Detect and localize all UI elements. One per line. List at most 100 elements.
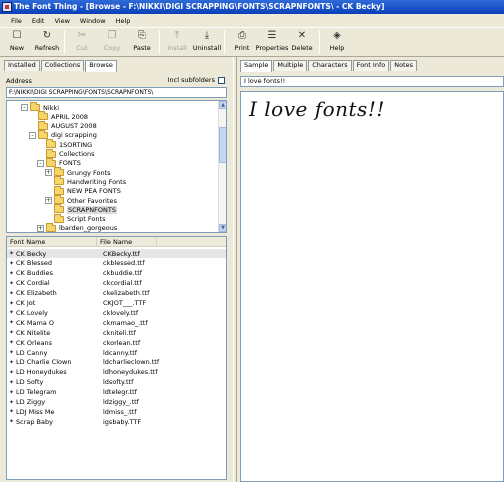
font-row[interactable]: ✦ CK Mama O ckmamao_.ttf <box>7 318 226 327</box>
properties-button[interactable]: ☰ Properties <box>255 28 289 56</box>
font-row[interactable]: ✦ CK Orleans ckorlean.ttf <box>7 338 226 347</box>
menu-window[interactable]: Window <box>75 17 111 25</box>
include-subfolders-checkbox[interactable] <box>218 76 225 84</box>
tree-folder-label: FONTS <box>59 159 81 168</box>
right-tab-font-info[interactable]: Font Info <box>352 60 390 71</box>
font-name: CK Elizabeth <box>16 289 57 298</box>
window-title: The Font Thing - [Browse - F:\NIKKI\DIGI… <box>14 2 385 11</box>
menu-edit[interactable]: Edit <box>27 17 50 25</box>
right-tab-characters[interactable]: Characters <box>308 60 352 71</box>
font-row[interactable]: ✦ CK Nitelite ckniteli.ttf <box>7 328 226 337</box>
new-button[interactable]: ☐ New <box>2 28 32 56</box>
scroll-down-arrow-icon[interactable]: ▼ <box>219 224 226 232</box>
menu-view[interactable]: View <box>49 17 74 25</box>
tree-folder-label: Script Fonts <box>67 215 106 224</box>
font-file-name: ckmamao_.ttf <box>103 318 148 327</box>
new-window-icon: ☐ <box>12 30 22 41</box>
include-subfolders-label: Incl subfolders <box>167 76 215 84</box>
right-pane: Sample Multiple Characters Font Info Notes I… <box>240 60 504 482</box>
font-file-name: ckelizabeth.ttf <box>103 289 150 298</box>
expand-icon[interactable]: + <box>45 197 52 204</box>
scroll-up-arrow-icon[interactable]: ▲ <box>219 101 226 109</box>
paste-button[interactable]: ⎘ Paste <box>127 28 157 56</box>
sample-text-input[interactable]: I love fonts!! <box>240 76 504 87</box>
font-file-name: ldmiss_.ttf <box>103 407 137 416</box>
font-file-icon: ✦ <box>9 388 15 396</box>
font-row[interactable]: ✦ LD Honeydukes ldhoneydukes.ttf <box>7 368 226 377</box>
font-row[interactable]: ✦ LD Softy ldsofty.ttf <box>7 378 226 387</box>
font-row[interactable]: ✦ Scrap Baby igsbaby.TTF <box>7 417 226 426</box>
right-tab-notes[interactable]: Notes <box>390 60 417 71</box>
menu-file[interactable]: File <box>2 17 27 25</box>
refresh-button[interactable]: ↻ Refresh <box>32 28 62 56</box>
install-button[interactable]: ⤒ Install <box>162 28 192 56</box>
tree-folder-digi-scrapping[interactable]: - digi scrapping <box>29 129 97 140</box>
right-tab-multiple[interactable]: Multiple <box>273 60 308 71</box>
left-tab-browse[interactable]: Browse <box>85 60 117 72</box>
scroll-thumb[interactable] <box>219 127 226 163</box>
toolbar-separator <box>224 30 225 54</box>
font-row[interactable]: ✦ CK Buddies ckbuddie.ttf <box>7 269 226 278</box>
install-button-label: Install <box>167 44 187 52</box>
pane-splitter[interactable] <box>233 57 237 482</box>
cut-icon: ✂ <box>77 30 87 41</box>
font-name: LD Charlie Clown <box>16 358 72 367</box>
print-button[interactable]: ⎙ Print <box>227 28 257 56</box>
delete-button[interactable]: ✕ Delete <box>287 28 317 56</box>
tree-folder-lbarden-gorgeous[interactable]: + lbarden_gorgeous <box>37 222 117 232</box>
collapse-icon[interactable]: - <box>29 131 36 139</box>
right-tab-sample[interactable]: Sample <box>240 60 273 72</box>
expand-icon[interactable]: + <box>37 224 44 232</box>
font-row[interactable]: ✦ LD Canny ldcanny.ttf <box>7 348 226 357</box>
expand-icon[interactable]: + <box>45 169 52 177</box>
title-bar[interactable]: The Font Thing - [Browse - F:\NIKKI\DIGI… <box>0 0 504 14</box>
font-row[interactable]: ✦ LD Ziggy ldziggy_.ttf <box>7 398 226 407</box>
folder-icon <box>38 120 48 130</box>
font-name: LD Canny <box>16 348 48 357</box>
left-tab-installed[interactable]: Installed <box>4 60 40 71</box>
font-row[interactable]: ✦ LD Telegram ldtelegr.ttf <box>7 388 226 397</box>
font-row[interactable]: ✦ CK Cordial ckcordial.ttf <box>7 279 226 288</box>
font-file-name: CKBecky.ttf <box>103 249 140 258</box>
folder-icon <box>54 185 64 195</box>
copy-button[interactable]: ❐ Copy <box>97 28 127 56</box>
font-file-name: ldcanny.ttf <box>103 348 138 357</box>
font-list[interactable]: Font Name File Name ✦ CK Becky CKBecky.ttf… <box>6 236 227 480</box>
help-button[interactable]: ◈ Help <box>322 28 352 56</box>
collapse-icon[interactable]: - <box>37 159 44 167</box>
font-row[interactable]: ✦ LDJ Miss Me ldmiss_.ttf <box>7 407 226 416</box>
collapse-icon[interactable]: - <box>21 104 28 111</box>
font-row[interactable]: ✦ CK Blessed ckblessed.ttf <box>7 259 226 268</box>
help-button-label: Help <box>329 44 345 52</box>
font-row[interactable]: ✦ CK Jot CKJOT___.TTF <box>7 299 226 308</box>
menu-help[interactable]: Help <box>111 17 136 25</box>
tree-scrollbar[interactable]: ▲ ▼ <box>218 101 226 232</box>
left-tab-collections[interactable]: Collections <box>40 60 85 71</box>
font-row[interactable]: ✦ CK Elizabeth ckelizabeth.ttf <box>7 289 226 298</box>
tree-folder-script-fonts[interactable]: Script Fonts <box>45 213 106 224</box>
font-row[interactable]: ✦ CK Lovely cklovely.ttf <box>7 308 226 317</box>
font-file-icon: ✦ <box>9 368 15 376</box>
folder-icon <box>46 222 56 232</box>
folder-icon <box>46 157 56 167</box>
font-file-name: ckbuddie.ttf <box>103 269 143 278</box>
font-file-name: ckcordial.ttf <box>103 279 142 288</box>
font-file-icon: ✦ <box>9 309 15 317</box>
cut-button[interactable]: ✂ Cut <box>67 28 97 56</box>
font-name: LD Telegram <box>16 388 57 397</box>
include-subfolders[interactable]: Incl subfolders <box>168 76 225 84</box>
font-name: CK Cordial <box>16 279 50 288</box>
properties-button-label: Properties <box>255 44 289 52</box>
column-file-name[interactable]: File Name <box>97 237 157 247</box>
tree-folder-label: Grungy Fonts <box>67 168 111 177</box>
column-font-name[interactable]: Font Name <box>7 237 97 247</box>
copy-icon: ❐ <box>107 30 117 41</box>
font-row[interactable]: ✦ LD Charlie Clown ldcharlieclown.ttf <box>7 358 226 367</box>
print-button-label: Print <box>234 44 250 52</box>
font-row[interactable]: ✦ CK Becky CKBecky.ttf <box>7 249 226 258</box>
address-field[interactable]: F:\NIKKI\DIGI SCRAPPING\FONTS\SCRAPNFONT… <box>6 87 227 98</box>
font-file-name: igsbaby.TTF <box>103 417 142 426</box>
folder-icon <box>54 213 64 223</box>
uninstall-button[interactable]: ⤓ Uninstall <box>192 28 222 56</box>
folder-tree[interactable]: ▲ ▼ - Nikki APRIL 2008 AUGUST 2008 - digi scr… <box>6 100 227 233</box>
